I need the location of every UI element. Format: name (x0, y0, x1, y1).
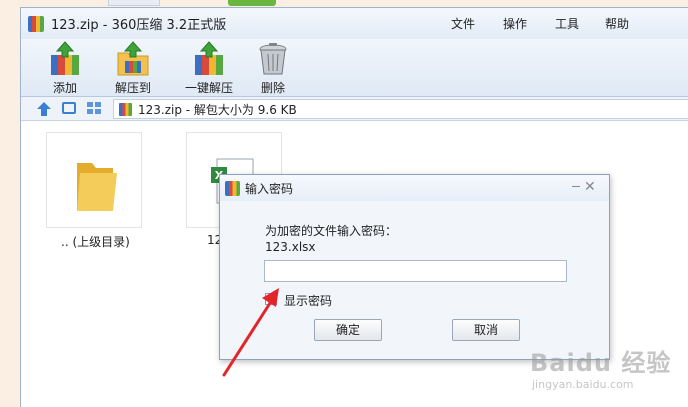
add-archive-icon (51, 41, 79, 75)
background-tab (108, 0, 160, 6)
title-bar: 123.zip - 360压缩 3.2正式版 文件 操作 工具 帮助 (21, 8, 688, 39)
password-prompt: 为加密的文件输入密码： (265, 224, 398, 238)
one-click-extract-icon (195, 41, 223, 75)
watermark-url: jingyan.baidu.com (532, 378, 634, 391)
window-title: 123.zip - 360压缩 3.2正式版 (51, 18, 227, 33)
cancel-button[interactable]: 取消 (452, 319, 520, 341)
dialog-title: 输入密码 (245, 181, 294, 196)
ok-button[interactable]: 确定 (314, 319, 382, 341)
extract-folder-icon (117, 41, 149, 76)
parent-folder-label: .. (上级目录) (61, 235, 130, 249)
close-icon[interactable]: ✕ (584, 179, 596, 195)
parent-folder-item[interactable] (46, 132, 142, 228)
watermark: Baidu 经验 jingyan.baidu.com (530, 343, 671, 391)
toolbar: 添加 解压到 一键解压 删除 (21, 39, 688, 97)
trash-bin-icon (259, 43, 287, 75)
archive-icon (119, 102, 132, 116)
menu-file[interactable]: 文件 (451, 15, 475, 32)
menu-help[interactable]: 帮助 (605, 15, 629, 32)
extract-to-label: 解压到 (114, 81, 151, 95)
dialog-app-icon (225, 180, 240, 196)
path-field[interactable]: 123.zip - 解包大小为 9.6 KB (113, 99, 688, 119)
add-label: 添加 (52, 81, 77, 95)
add-button[interactable]: 添加 (35, 41, 95, 96)
app-logo-icon (28, 15, 44, 32)
path-text: 123.zip - 解包大小为 9.6 KB (138, 102, 297, 117)
password-dialog: 输入密码 ✕ 为加密的文件输入密码： 123.xlsx 显示密码 确定 取消 (219, 174, 610, 360)
menu-tools[interactable]: 工具 (555, 15, 579, 32)
up-arrow-icon[interactable] (36, 101, 52, 117)
minimize-icon[interactable] (572, 186, 580, 187)
delete-button[interactable]: 删除 (243, 41, 303, 96)
show-password-label[interactable]: 显示密码 (284, 292, 332, 309)
one-click-extract-label: 一键解压 (184, 81, 233, 95)
show-password-checkbox[interactable] (265, 293, 277, 305)
menu-operate[interactable]: 操作 (503, 15, 527, 32)
address-bar: 123.zip - 解包大小为 9.6 KB (21, 97, 688, 121)
delete-label: 删除 (260, 81, 285, 95)
password-input[interactable] (264, 260, 567, 282)
watermark-logo: Baidu 经验 (530, 349, 672, 377)
encrypted-filename: 123.xlsx (265, 240, 316, 254)
background-tab-green (228, 0, 276, 6)
dialog-title-bar: 输入密码 (220, 175, 609, 201)
extract-to-button[interactable]: 解压到 (103, 41, 163, 96)
view-details-icon[interactable] (62, 102, 76, 114)
folder-icon (77, 163, 117, 211)
one-click-extract-button[interactable]: 一键解压 (179, 41, 239, 96)
view-thumbnails-icon[interactable] (87, 102, 101, 114)
